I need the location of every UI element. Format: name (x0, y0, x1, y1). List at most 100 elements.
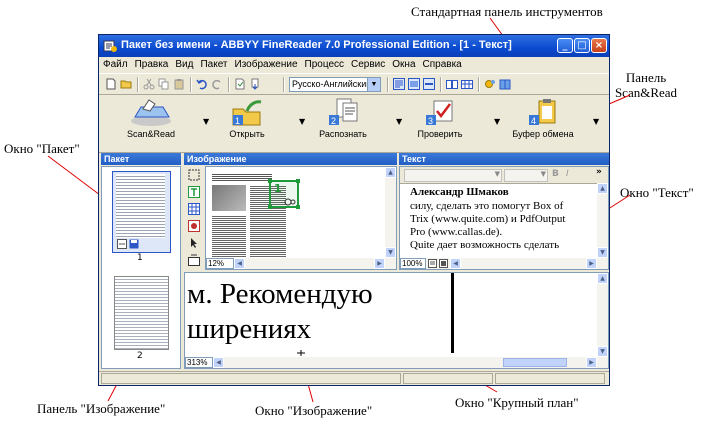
status-cell (403, 373, 493, 384)
text-window[interactable]: ▼ ▼ B I » Александр Шмаков силу, сделать… (399, 166, 609, 270)
table-block-icon[interactable] (188, 203, 200, 215)
two-pages-icon[interactable] (446, 78, 458, 90)
copy-icon[interactable] (158, 78, 170, 90)
scroll-left-button[interactable]: ◀ (213, 357, 224, 368)
resize-handle[interactable] (268, 179, 272, 183)
font-size-select[interactable]: ▼ (504, 169, 548, 182)
title-bar[interactable]: Пакет без имени - ABBYY FineReader 7.0 P… (99, 35, 609, 57)
clipboard-button[interactable]: 4 Буфер обмена (508, 97, 578, 149)
menu-process[interactable]: Процесс (301, 57, 348, 70)
scroll-down-button[interactable]: ▼ (597, 346, 608, 357)
font-select[interactable]: ▼ (404, 169, 502, 182)
chevron-down-icon[interactable]: ▼ (299, 117, 305, 126)
scroll-up-button[interactable]: ▲ (597, 273, 608, 284)
scanread-button[interactable]: Scan&Read (121, 97, 181, 149)
scroll-right-button[interactable]: ▶ (586, 258, 597, 269)
page-thumbnail-1[interactable] (112, 171, 171, 253)
scroll-left-button[interactable]: ◀ (234, 258, 245, 269)
zoom-horizontal-scrollbar[interactable]: 313% ◀ ▶ (185, 357, 608, 368)
zoom-vertical-scrollbar[interactable]: ▲ ▼ (597, 273, 608, 357)
resize-handle[interactable] (296, 179, 300, 183)
resize-handle[interactable] (268, 205, 272, 209)
image-window[interactable]: 1 ▲ ▼ 12% ◀ ▶ (205, 166, 397, 270)
pointer-icon[interactable] (188, 237, 200, 249)
page-thumbnail-2[interactable] (114, 276, 169, 350)
menu-tools[interactable]: Сервис (347, 57, 388, 70)
whole-page-icon[interactable] (439, 259, 448, 268)
page-thumbnail-image (116, 174, 165, 238)
italic-icon[interactable]: I (566, 169, 569, 179)
text-block-icon[interactable] (188, 186, 200, 198)
minimize-button[interactable]: _ (557, 38, 573, 53)
text-line: Pro (www.callas.de). (410, 226, 503, 238)
block-order-icon[interactable] (188, 254, 200, 266)
bold-icon[interactable]: B (552, 169, 559, 179)
menu-image[interactable]: Изображение (231, 57, 301, 70)
chevron-down-icon[interactable]: ▼ (541, 170, 546, 178)
chevron-down-icon[interactable]: ▼ (495, 170, 500, 178)
page-image-column-1 (212, 215, 246, 263)
image-window-icon[interactable] (408, 78, 420, 90)
menu-file[interactable]: Файл (99, 57, 131, 70)
scroll-down-button[interactable]: ▼ (597, 247, 608, 258)
text-vertical-scrollbar[interactable]: ▲ ▼ (597, 183, 608, 258)
page-number-2: 2 (137, 351, 143, 361)
image-toolbar (184, 166, 204, 270)
text-zoom-value: 100% (402, 259, 423, 268)
scroll-up-button[interactable]: ▲ (597, 183, 608, 194)
finereader-window: Пакет без имени - ABBYY FineReader 7.0 P… (98, 34, 610, 386)
menu-help[interactable]: Справка (419, 57, 465, 70)
help-book-icon[interactable] (499, 78, 511, 90)
scroll-thumb[interactable] (503, 358, 567, 367)
more-tools-icon[interactable]: » (596, 167, 602, 177)
picture-block-icon[interactable] (188, 220, 200, 232)
page-width-icon[interactable] (428, 259, 437, 268)
batch-pane: 1 2 (101, 166, 181, 369)
text-window-icon[interactable] (393, 78, 405, 90)
redo-icon[interactable] (211, 78, 223, 90)
chevron-down-icon[interactable]: ▼ (396, 117, 402, 126)
language-select[interactable]: Русско-Английский ▼ (289, 77, 381, 92)
menu-view[interactable]: Вид (171, 57, 196, 70)
scroll-down-button[interactable]: ▼ (385, 247, 396, 258)
check-button[interactable]: 3 Проверить (410, 97, 470, 149)
select-area-icon[interactable] (188, 169, 200, 181)
resize-handle[interactable] (296, 205, 300, 209)
scroll-right-button[interactable]: ▶ (374, 258, 385, 269)
scroll-right-button[interactable]: ▶ (586, 357, 597, 368)
chevron-down-icon[interactable]: ▼ (593, 117, 599, 126)
toolbar-separator (478, 77, 480, 92)
chevron-down-icon[interactable]: ▼ (203, 117, 209, 126)
close-button[interactable]: × (591, 38, 607, 53)
new-icon[interactable] (105, 78, 117, 90)
image-vertical-scrollbar[interactable]: ▲ ▼ (385, 167, 396, 258)
image-zoom-select[interactable]: 12% (206, 258, 234, 269)
scroll-up-button[interactable]: ▲ (385, 167, 396, 178)
zoom-window[interactable]: м. Рекомендую ширениях ▲ ▼ 313% ◀ ▶ (184, 272, 609, 369)
recognize-button[interactable]: 2 Распознать (313, 97, 373, 149)
paste-icon[interactable] (173, 78, 185, 90)
check-label: Проверить (417, 129, 463, 139)
chevron-down-icon[interactable]: ▼ (494, 117, 500, 126)
scan-page-icon[interactable] (234, 78, 246, 90)
zoom-window-icon[interactable] (423, 78, 435, 90)
undo-icon[interactable] (196, 78, 208, 90)
options-icon[interactable] (484, 78, 496, 90)
table-icon[interactable] (461, 78, 473, 90)
image-zoom-value: 12% (208, 259, 225, 268)
open-folder-icon[interactable] (120, 78, 132, 90)
text-horizontal-scrollbar[interactable]: 100% ◀ ▶ (400, 258, 608, 269)
scroll-left-button[interactable]: ◀ (450, 258, 461, 269)
cut-icon[interactable] (143, 78, 155, 90)
menu-edit[interactable]: Правка (131, 57, 172, 70)
zoom-level-select[interactable]: 313% (185, 357, 213, 368)
image-horizontal-scrollbar[interactable]: 12% ◀ ▶ (206, 258, 396, 269)
text-zoom-select[interactable]: 100% (400, 258, 426, 269)
chevron-down-icon[interactable]: ▼ (367, 78, 380, 91)
open-button[interactable]: 1 Открыть (217, 97, 277, 149)
menu-batch[interactable]: Пакет (196, 57, 230, 70)
maximize-button[interactable]: □ (574, 38, 590, 53)
menu-windows[interactable]: Окна (388, 57, 418, 70)
scanread-label: Scan&Read (126, 129, 176, 139)
read-page-icon[interactable] (249, 78, 261, 90)
